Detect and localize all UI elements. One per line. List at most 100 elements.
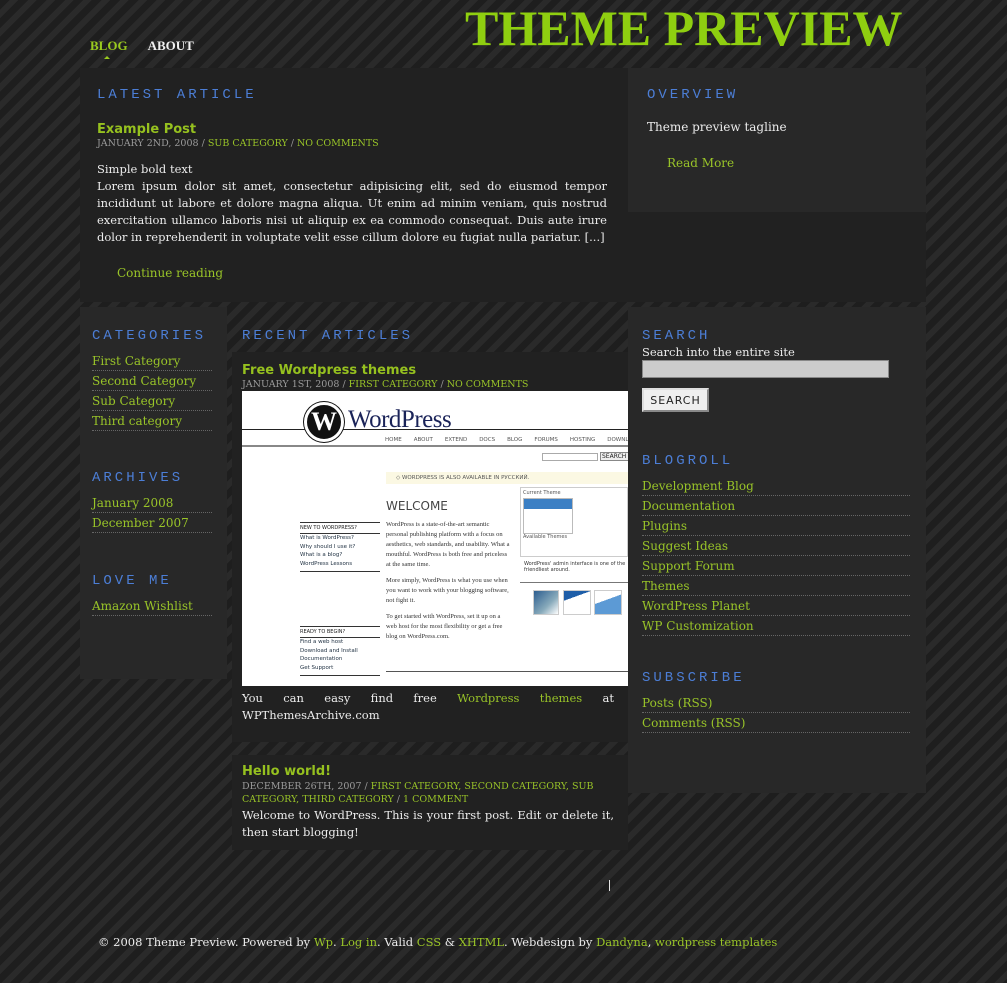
read-more-link[interactable]: Read More bbox=[667, 156, 734, 170]
nav-rule bbox=[242, 445, 628, 447]
nav-about-label: ABOUT bbox=[147, 38, 194, 53]
login-link[interactable]: Log in bbox=[340, 935, 377, 949]
wordpress-screenshot: W WordPress HOME ABOUT EXTEND DOCS BLOG … bbox=[242, 391, 628, 686]
footer: © 2008 Theme Preview. Powered by Wp. Log… bbox=[98, 935, 777, 949]
archive-item[interactable]: January 2008 bbox=[92, 493, 212, 513]
subscribe-widget: SUBSCRIBE Posts (RSS) Comments (RSS) bbox=[642, 670, 910, 733]
post-title-link[interactable]: Example Post bbox=[97, 122, 196, 137]
love-me-heading: LOVE ME bbox=[92, 573, 172, 589]
wp-link: Find a web host bbox=[300, 639, 344, 645]
dandyna-link[interactable]: Dandyna bbox=[596, 935, 648, 949]
wp-new-list: What is WordPress? Why should I use it? … bbox=[300, 534, 380, 572]
wp-nav-item: HOME bbox=[385, 437, 402, 443]
wp-notice: ◇ WORDPRESS IS ALSO AVAILABLE IN РУССКИЙ… bbox=[386, 472, 628, 484]
footer-text: & bbox=[441, 935, 459, 949]
overview-section: OVERVIEW Theme preview tagline Read More bbox=[628, 68, 926, 212]
overview-heading: OVERVIEW bbox=[647, 87, 739, 103]
blogroll-item[interactable]: Plugins bbox=[642, 516, 910, 536]
search-input[interactable] bbox=[642, 360, 889, 378]
category-link[interactable]: SUB CATEGORY bbox=[208, 138, 288, 149]
wp-paragraph: To get started with WordPress, set it up… bbox=[386, 613, 503, 640]
blogroll-item[interactable]: WP Customization bbox=[642, 616, 910, 636]
blogroll-item[interactable]: Support Forum bbox=[642, 556, 910, 576]
wp-search-button: SEARCH » bbox=[600, 452, 628, 461]
overview-tagline: Theme preview tagline bbox=[647, 120, 787, 134]
post-bold-text: Simple bold text bbox=[97, 162, 193, 176]
wp-nav-item: HOSTING bbox=[569, 437, 596, 443]
xhtml-link[interactable]: XHTML bbox=[459, 935, 504, 949]
category-link[interactable]: FIRST CATEGORY bbox=[349, 379, 438, 390]
post-title-link[interactable]: Free Wordpress themes bbox=[242, 363, 416, 378]
wp-thumb bbox=[594, 590, 622, 615]
wp-ready-heading: READY TO BEGIN? bbox=[300, 626, 380, 638]
categories-list: First Category Second Category Sub Categ… bbox=[92, 351, 212, 431]
wp-link: Why should I use it? bbox=[300, 543, 356, 550]
main-nav: BLOG ABOUT bbox=[90, 38, 194, 59]
category-item[interactable]: First Category bbox=[92, 351, 212, 371]
blogroll-item[interactable]: Documentation bbox=[642, 496, 910, 516]
wp-thumb bbox=[563, 590, 591, 615]
wp-link: WordPress Lessons bbox=[300, 560, 353, 567]
search-button[interactable]: SEARCH bbox=[642, 388, 709, 412]
blogroll-item[interactable]: Development Blog bbox=[642, 476, 910, 496]
blogroll-item[interactable]: Themes bbox=[642, 576, 910, 596]
amazon-wishlist-link[interactable]: Amazon Wishlist bbox=[92, 596, 212, 616]
love-me-widget: LOVE ME Amazon Wishlist bbox=[92, 573, 212, 616]
wp-current-theme-box: Current Theme Available Themes bbox=[520, 487, 628, 557]
post-meta: DECEMBER 26TH, 2007 / FIRST CATEGORY, SE… bbox=[242, 781, 594, 805]
category-item[interactable]: Second Category bbox=[92, 371, 212, 391]
site-title[interactable]: THEME PREVIEW bbox=[465, 0, 903, 56]
subscribe-list: Posts (RSS) Comments (RSS) bbox=[642, 693, 910, 733]
post-title-link[interactable]: Hello world! bbox=[242, 764, 331, 779]
wp-thumb bbox=[533, 590, 559, 615]
comments-rss-link[interactable]: Comments (RSS) bbox=[642, 713, 910, 733]
wordpress-wordmark: WordPress bbox=[348, 406, 452, 433]
blogroll-item[interactable]: WordPress Planet bbox=[642, 596, 910, 616]
wp-nav-item: BLOG bbox=[507, 437, 523, 443]
archive-item[interactable]: December 2007 bbox=[92, 513, 212, 533]
wp-theme-thumbnail bbox=[523, 498, 573, 534]
post-meta: JANUARY 2ND, 2008 / SUB CATEGORY / NO CO… bbox=[97, 138, 379, 149]
wordpress-templates-link[interactable]: wordpress templates bbox=[655, 935, 777, 949]
post-body: Simple bold text Lorem ipsum dolor sit a… bbox=[97, 161, 607, 246]
nav-blog-label: BLOG bbox=[90, 38, 128, 53]
wordpress-logo-icon: W bbox=[304, 402, 344, 442]
blogroll-list: Development Blog Documentation Plugins S… bbox=[642, 476, 910, 636]
comments-link[interactable]: 1 COMMENT bbox=[403, 794, 468, 805]
right-sidebar: SEARCH Search into the entire site SEARC… bbox=[628, 307, 926, 793]
continue-reading-link[interactable]: Continue reading bbox=[117, 266, 223, 280]
post-body: Welcome to WordPress. This is your first… bbox=[242, 808, 614, 839]
wp-rule bbox=[520, 582, 628, 583]
wp-link: What is WordPress? bbox=[300, 535, 354, 541]
nav-blog[interactable]: BLOG bbox=[90, 38, 128, 59]
blogroll-widget: BLOGROLL Development Blog Documentation … bbox=[642, 453, 910, 636]
blogroll-item[interactable]: Suggest Ideas bbox=[642, 536, 910, 556]
wordpress-nav: HOME ABOUT EXTEND DOCS BLOG FORUMS HOSTI… bbox=[385, 437, 628, 443]
search-heading: SEARCH bbox=[642, 328, 711, 344]
wp-link: What is a blog? bbox=[300, 552, 343, 558]
post-date: DECEMBER 26TH, 2007 bbox=[242, 781, 362, 792]
post-meta: JANUARY 1ST, 2008 / FIRST CATEGORY / NO … bbox=[242, 379, 529, 390]
archives-widget: ARCHIVES January 2008 December 2007 bbox=[92, 470, 212, 533]
wp-link[interactable]: Wp bbox=[314, 935, 333, 949]
search-widget: SEARCH Search into the entire site SEARC… bbox=[642, 328, 910, 412]
wp-nav-item: FORUMS bbox=[534, 437, 558, 443]
recent-articles-heading: RECENT ARTICLES bbox=[242, 328, 414, 344]
category-item[interactable]: Third category bbox=[92, 411, 212, 431]
post-excerpt: Lorem ipsum dolor sit amet, consectetur … bbox=[97, 179, 607, 244]
css-link[interactable]: CSS bbox=[417, 935, 441, 949]
wp-nav-item: ABOUT bbox=[413, 437, 433, 443]
wp-search-input bbox=[542, 453, 598, 461]
wordpress-themes-link[interactable]: Wordpress themes bbox=[457, 691, 582, 705]
wp-intro-text: WordPress is a state-of-the-art semantic… bbox=[386, 520, 511, 642]
category-item[interactable]: Sub Category bbox=[92, 391, 212, 411]
comments-link[interactable]: NO COMMENTS bbox=[447, 379, 529, 390]
wp-link: Download and Install bbox=[300, 647, 358, 654]
nav-about[interactable]: ABOUT bbox=[148, 38, 194, 54]
latest-article-heading: LATEST ARTICLE bbox=[97, 87, 257, 103]
archives-list: January 2008 December 2007 bbox=[92, 493, 212, 533]
posts-rss-link[interactable]: Posts (RSS) bbox=[642, 693, 910, 713]
comments-link[interactable]: NO COMMENTS bbox=[297, 138, 379, 149]
wp-link: Documentation bbox=[300, 656, 343, 662]
footer-text: © 2008 Theme Preview. Powered by bbox=[98, 935, 314, 949]
